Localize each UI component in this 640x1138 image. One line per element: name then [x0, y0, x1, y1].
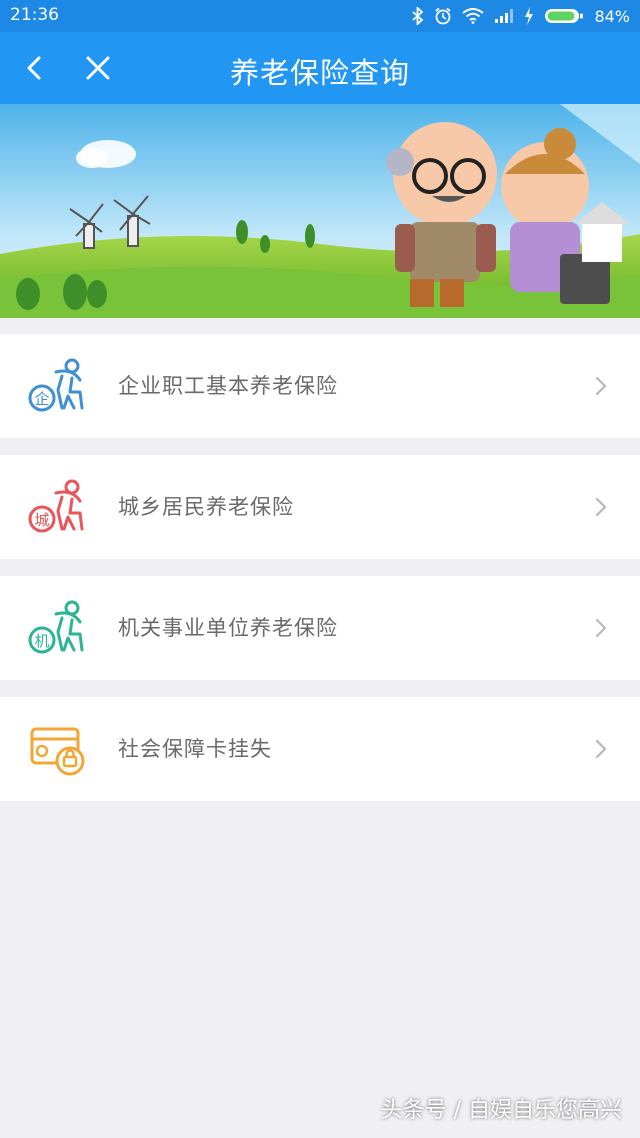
menu-item-label: 社会保障卡挂失 — [118, 737, 272, 761]
menu-list: 企 企业职工基本养老保险 城 城乡居民养老保险 机 机关事业单位养老保险 社会保… — [0, 334, 640, 818]
enterprise-badge: 企 — [34, 390, 49, 408]
institution-pension-icon: 机 — [28, 600, 84, 654]
wifi-icon — [462, 8, 485, 24]
status-bar: 21:36 84% — [0, 0, 640, 32]
menu-item-label: 机关事业单位养老保险 — [118, 616, 338, 640]
status-icons: 84% — [412, 5, 630, 27]
signal-icon — [495, 9, 514, 23]
status-time: 21:36 — [10, 5, 59, 25]
menu-item-label: 企业职工基本养老保险 — [118, 374, 338, 398]
chevron-right-icon — [595, 618, 607, 638]
charging-icon — [525, 7, 534, 25]
battery-percent: 84% — [594, 6, 630, 26]
resident-badge: 城 — [34, 511, 49, 529]
chevron-right-icon — [595, 739, 607, 759]
menu-item-card-loss-report[interactable]: 社会保障卡挂失 — [0, 697, 640, 801]
battery-icon — [545, 9, 584, 23]
alarm-icon — [435, 7, 452, 25]
menu-item-resident-pension[interactable]: 城 城乡居民养老保险 — [0, 455, 640, 559]
menu-item-institution-pension[interactable]: 机 机关事业单位养老保险 — [0, 576, 640, 680]
bluetooth-icon — [412, 7, 424, 25]
app-header: 养老保险查询 — [0, 32, 640, 104]
chevron-right-icon — [595, 376, 607, 396]
enterprise-pension-icon: 企 — [28, 358, 84, 412]
menu-item-enterprise-pension[interactable]: 企 企业职工基本养老保险 — [0, 334, 640, 438]
institution-badge: 机 — [34, 632, 49, 650]
social-security-card-icon — [30, 727, 85, 776]
watermark-text: 头条号 / 自娱自乐您高兴 — [380, 1098, 622, 1123]
page-title: 养老保险查询 — [229, 56, 410, 90]
chevron-right-icon — [595, 497, 607, 517]
elderly-couple-banner — [0, 104, 640, 318]
menu-item-label: 城乡居民养老保险 — [118, 495, 294, 519]
resident-pension-icon: 城 — [28, 479, 84, 533]
banner-image — [0, 104, 640, 318]
